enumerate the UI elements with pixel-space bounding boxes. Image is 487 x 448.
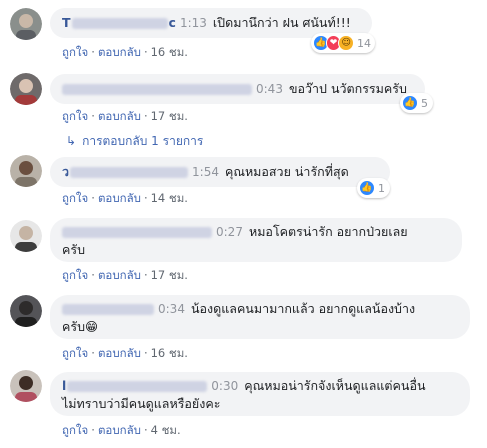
comment-actions: ถูกใจ · ตอบกลับ · 14 ชม.	[62, 190, 188, 208]
avatar[interactable]	[10, 370, 42, 402]
reaction-summary[interactable]: 👍 5	[400, 93, 433, 113]
comment-text: คุณหมอสวย น่ารักที่สุด	[224, 164, 349, 179]
comment-bubble: 0:43 ขอว๊าป นวัตกรรมครับ	[50, 74, 425, 104]
avatar[interactable]	[10, 220, 42, 252]
reply-button[interactable]: ตอบกลับ	[98, 346, 141, 360]
avatar[interactable]	[10, 155, 42, 187]
separator: ·	[143, 45, 148, 59]
reply-button[interactable]: ตอบกลับ	[98, 423, 141, 437]
grin-emoji: 😁	[85, 319, 99, 334]
reaction-count: 1	[378, 181, 385, 195]
comment-bubble: ว 1:54 คุณหมอสวย น่ารักที่สุด	[50, 157, 390, 187]
comment-text: ขอว๊าป นวัตกรรมครับ	[288, 81, 407, 96]
like-button[interactable]: ถูกใจ	[62, 109, 88, 123]
haha-icon: ☺	[338, 35, 355, 51]
like-icon: 👍	[402, 95, 418, 111]
commenter-name-blurred[interactable]	[62, 227, 212, 238]
comment-actions: ถูกใจ · ตอบกลับ · 17 ชม.	[62, 108, 188, 126]
comment-text: น้องดูแลคนมามากแล้ว อยากดูแลน้องบ้าง	[190, 301, 416, 316]
separator: ·	[91, 423, 95, 437]
comment-age[interactable]: 16 ชม.	[151, 346, 188, 360]
reply-arrow-icon: ↳	[66, 134, 77, 148]
avatar[interactable]	[10, 73, 42, 105]
separator: ·	[91, 45, 95, 59]
video-timestamp[interactable]: 0:34	[158, 302, 185, 316]
like-button[interactable]: ถูกใจ	[62, 268, 88, 282]
separator: ·	[91, 191, 95, 205]
comment-text-continued: ไม่ทราบว่ามีคนดูแลหรือยังคะ	[62, 396, 221, 411]
reaction-summary[interactable]: 👍 ❤ ☺ 14	[311, 33, 375, 53]
comment-actions: ถูกใจ · ตอบกลับ · 17 ชม.	[62, 267, 188, 285]
video-timestamp[interactable]: 1:54	[192, 165, 219, 179]
comment-bubble: l 0:30 คุณหมอน่ารักจังเห็นดูแลแต่คนอื่น ไม…	[50, 372, 470, 416]
separator: ·	[143, 346, 148, 360]
like-button[interactable]: ถูกใจ	[62, 191, 88, 205]
like-button[interactable]: ถูกใจ	[62, 423, 88, 437]
comment-age[interactable]: 14 ชม.	[151, 191, 188, 205]
like-button[interactable]: ถูกใจ	[62, 45, 88, 59]
separator: ·	[91, 268, 95, 282]
commenter-name[interactable]: l	[62, 378, 66, 393]
reaction-count: 5	[421, 96, 428, 110]
comment-age[interactable]: 16 ชม.	[151, 45, 188, 59]
like-icon: 👍	[359, 180, 375, 196]
video-timestamp[interactable]: 0:30	[211, 379, 238, 393]
comment-bubble: 0:27 หมอโคตรน่ารัก อยากป่วยเลย ครับ	[50, 218, 462, 262]
reaction-count: 14	[357, 36, 372, 50]
view-replies-link[interactable]: ↳ การตอบกลับ 1 รายการ	[66, 132, 203, 151]
comment-age[interactable]: 4 ชม.	[151, 423, 181, 437]
view-replies-label[interactable]: การตอบกลับ 1 รายการ	[82, 134, 203, 148]
comment-text: คุณหมอน่ารักจังเห็นดูแลแต่คนอื่น	[244, 378, 426, 393]
comment-actions: ถูกใจ · ตอบกลับ · 16 ชม.	[62, 44, 188, 62]
separator: ·	[143, 109, 148, 123]
commenter-name-blurred[interactable]	[62, 304, 154, 315]
video-timestamp[interactable]: 1:13	[180, 16, 207, 30]
reply-button[interactable]: ตอบกลับ	[98, 268, 141, 282]
commenter-name-suffix[interactable]: c	[169, 15, 176, 30]
avatar[interactable]	[10, 295, 42, 327]
avatar[interactable]	[10, 8, 42, 40]
separator: ·	[91, 346, 95, 360]
comment-actions: ถูกใจ · ตอบกลับ · 4 ชม.	[62, 422, 181, 440]
commenter-name-blurred[interactable]	[67, 381, 208, 392]
reply-button[interactable]: ตอบกลับ	[98, 45, 141, 59]
commenter-name[interactable]: T	[62, 15, 71, 30]
comment-text-continued: ครับ	[62, 319, 86, 334]
comment-bubble: 0:34 น้องดูแลคนมามากแล้ว อยากดูแลน้องบ้าง…	[50, 295, 470, 339]
commenter-name-blurred[interactable]	[62, 84, 252, 95]
comment-text: หมอโคตรน่ารัก อยากป่วยเลย	[248, 224, 408, 239]
separator: ·	[143, 423, 148, 437]
commenter-name-blurred[interactable]	[71, 18, 168, 29]
reaction-summary[interactable]: 👍 1	[357, 178, 390, 198]
separator: ·	[143, 268, 148, 282]
commenter-name[interactable]: ว	[62, 164, 69, 179]
like-button[interactable]: ถูกใจ	[62, 346, 88, 360]
separator: ·	[91, 109, 95, 123]
comment-actions: ถูกใจ · ตอบกลับ · 16 ชม.	[62, 345, 188, 363]
commenter-name-blurred[interactable]	[70, 167, 189, 178]
reply-button[interactable]: ตอบกลับ	[98, 191, 141, 205]
comment-age[interactable]: 17 ชม.	[151, 109, 188, 123]
reply-button[interactable]: ตอบกลับ	[98, 109, 141, 123]
video-timestamp[interactable]: 0:27	[216, 225, 243, 239]
comment-age[interactable]: 17 ชม.	[151, 268, 188, 282]
comment-text-continued: ครับ	[62, 242, 86, 257]
comment-text: เปิดมานึกว่า ฝน ศนันท์!!!	[212, 15, 351, 30]
separator: ·	[143, 191, 148, 205]
video-timestamp[interactable]: 0:43	[256, 82, 283, 96]
